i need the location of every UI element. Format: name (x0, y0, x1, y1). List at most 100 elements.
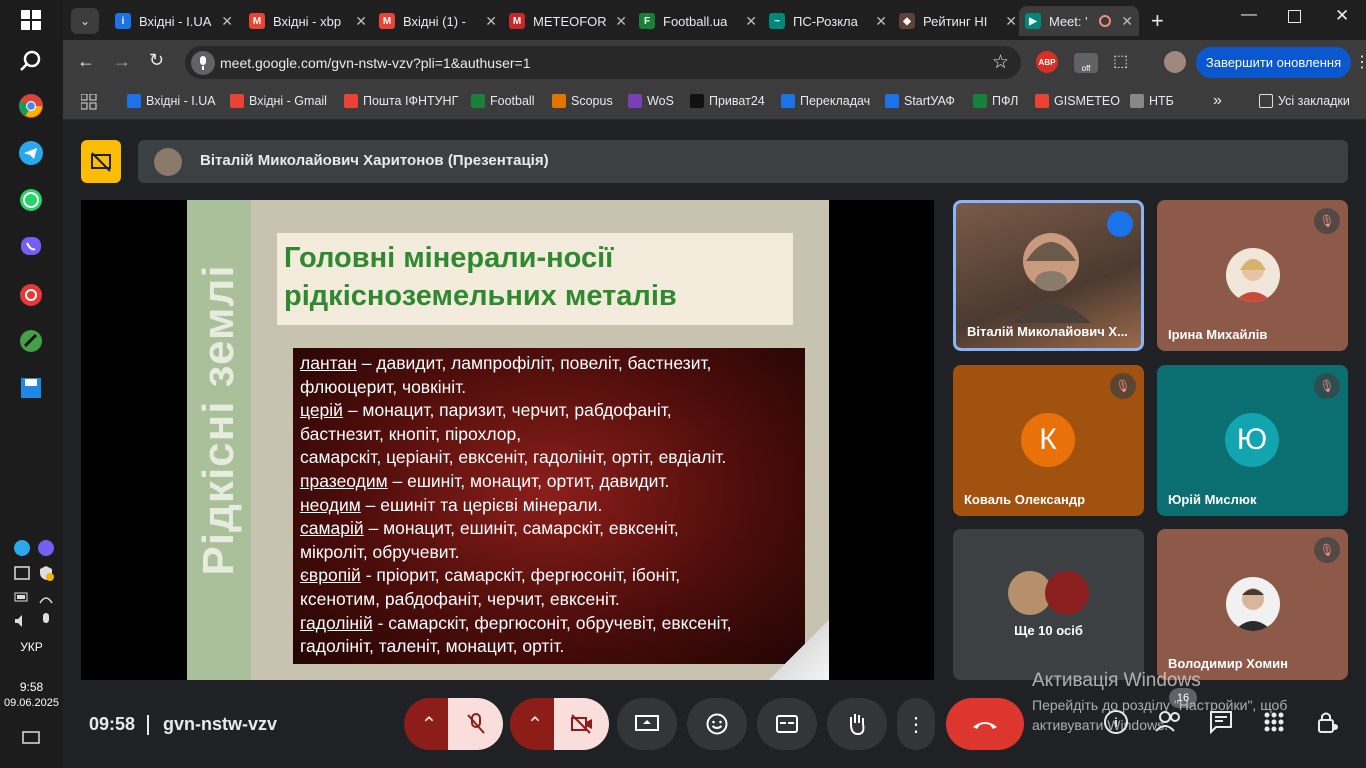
bookmark-item[interactable]: WoS (628, 94, 674, 108)
tab-football[interactable]: F Football.ua ✕ (633, 6, 763, 36)
menu-dots-icon[interactable]: ⋮ (1354, 52, 1366, 72)
bookmark-item[interactable]: StartУАФ (885, 94, 955, 108)
presentation-off-icon[interactable] (81, 140, 121, 183)
notifications-icon[interactable] (22, 730, 40, 748)
tab-gmail-2[interactable]: M Вхідні (1) - ✕ (373, 6, 503, 36)
clock-time[interactable]: 9:58 (0, 680, 63, 694)
battery-icon[interactable] (13, 588, 31, 606)
telegram-tray-icon[interactable] (13, 539, 31, 557)
address-bar[interactable]: meet.google.com/gvn-nstw-vzv?pli=1&authu… (185, 46, 1021, 79)
raise-hand-button[interactable] (827, 698, 887, 750)
bookmark-label: Вхідні - I.UA (146, 94, 216, 108)
football-icon: F (639, 13, 655, 29)
participant-tile[interactable]: Ю 🎙 Юрій Мислюк (1157, 365, 1348, 516)
bookmark-star-icon[interactable]: ☆ (992, 51, 1009, 74)
apps-grid-icon[interactable] (80, 93, 97, 110)
app-icon[interactable] (16, 326, 46, 356)
close-icon[interactable]: ✕ (221, 13, 233, 30)
extension-off-icon[interactable]: off (1074, 53, 1098, 73)
clock-date[interactable]: 09.06.2025 (0, 697, 63, 709)
bookmark-item[interactable]: Football (471, 94, 534, 108)
chrome-icon[interactable] (16, 91, 46, 121)
profile-avatar[interactable] (1164, 51, 1186, 73)
camera-toggle-button[interactable] (554, 698, 609, 750)
others-tile[interactable]: Ще 10 осіб (953, 529, 1144, 680)
close-icon[interactable]: ✕ (745, 13, 757, 30)
close-window-icon[interactable]: ✕ (1335, 6, 1349, 26)
search-icon[interactable] (16, 46, 46, 76)
emoji-icon (706, 713, 728, 735)
whatsapp-icon[interactable] (16, 185, 46, 215)
minimize-icon[interactable]: — (1241, 6, 1257, 24)
back-icon[interactable]: ← (77, 51, 95, 72)
present-screen-button[interactable] (617, 698, 677, 750)
participant-tile[interactable]: 🎙 Ірина Михайлів (1157, 200, 1348, 351)
close-icon[interactable]: ✕ (485, 13, 497, 30)
url-text[interactable]: meet.google.com/gvn-nstw-vzv?pli=1&authu… (220, 55, 531, 71)
viber-tray-icon[interactable] (37, 539, 55, 557)
participant-tile-presenter[interactable]: Віталій Миколайович Х... (953, 200, 1144, 351)
volume-icon[interactable] (13, 612, 31, 630)
bookmark-label: Scopus (571, 94, 613, 108)
microphone-toggle-button[interactable] (448, 698, 503, 750)
all-bookmarks[interactable]: Усі закладки (1259, 94, 1350, 108)
captions-button[interactable] (757, 698, 817, 750)
close-icon[interactable]: ✕ (355, 13, 367, 30)
adblock-icon[interactable]: ABP (1036, 51, 1058, 73)
microphone-tray-icon[interactable] (37, 612, 55, 630)
reload-icon[interactable]: ↻ (149, 50, 164, 71)
wifi-icon[interactable] (37, 588, 55, 606)
leave-call-button[interactable] (946, 698, 1024, 750)
site-info-icon[interactable] (191, 51, 215, 75)
audio-options-button[interactable]: ⌃ (404, 698, 454, 750)
reactions-button[interactable] (687, 698, 747, 750)
more-options-button[interactable]: ⋮ (897, 698, 935, 750)
mineral-list: - самарскіт, фергюсоніт, обручевіт, евкс… (372, 612, 732, 633)
chevron-more-icon[interactable]: » (1213, 92, 1222, 110)
bookmark-item[interactable]: Перекладач (781, 94, 870, 108)
language-indicator[interactable]: УКР (0, 640, 63, 654)
presentation-stage[interactable]: Рідкісні землі Головні мінерали-носії рі… (81, 200, 934, 680)
participant-name: Коваль Олександр (964, 492, 1086, 507)
tab-ps-rozklad[interactable]: ~ ПС-Розкла ✕ (763, 6, 893, 36)
telegram-icon[interactable] (16, 138, 46, 168)
browser-tabstrip: ⌄ i Вхідні - I.UA ✕ M Вхідні - xbp ✕ M В… (63, 0, 1366, 40)
extensions-icon[interactable]: ⬚ (1113, 51, 1128, 71)
save-icon[interactable] (16, 373, 46, 403)
bookmark-item[interactable]: Scopus (552, 94, 613, 108)
tab-i-ua[interactable]: i Вхідні - I.UA ✕ (109, 6, 239, 36)
gmail-icon: M (249, 13, 265, 29)
tab-meteofor[interactable]: M METEOFOR ✕ (503, 6, 633, 36)
tab-search-icon[interactable]: ⌄ (71, 8, 99, 34)
bookmark-item[interactable]: ПФЛ (973, 94, 1018, 108)
meeting-code: gvn-nstw-vzv (163, 714, 278, 734)
new-tab-icon[interactable]: + (1151, 8, 1164, 34)
hang-up-icon (973, 722, 997, 729)
participant-tile[interactable]: 🎙 Володимир Хомин (1157, 529, 1348, 680)
maximize-icon[interactable] (1288, 10, 1301, 23)
close-icon[interactable]: ✕ (615, 13, 627, 30)
update-button[interactable]: Завершити оновлення (1196, 47, 1351, 78)
slide-text-line: неодим – ешиніт та церієві мінерали. (300, 494, 800, 518)
bookmark-item[interactable]: Пошта ІФНТУНГ (344, 94, 458, 108)
close-icon[interactable]: ✕ (875, 13, 887, 30)
bookmark-item[interactable]: НТБ (1130, 94, 1174, 108)
radio-icon[interactable] (16, 280, 46, 310)
avatar: Ю (1225, 413, 1279, 467)
tab-gmail-1[interactable]: M Вхідні - xbp ✕ (243, 6, 373, 36)
viber-icon[interactable] (16, 232, 46, 262)
bookmark-item[interactable]: GISMETEO (1035, 94, 1120, 108)
tab-meet[interactable]: ▶ Meet: ' ✕ (1019, 6, 1139, 36)
forward-icon[interactable]: → (113, 51, 131, 72)
bookmark-item[interactable]: Вхідні - Gmail (230, 94, 327, 108)
bookmark-item[interactable]: Приват24 (690, 94, 765, 108)
tablet-tray-icon[interactable] (13, 564, 31, 582)
close-icon[interactable]: ✕ (1121, 13, 1133, 30)
defender-tray-icon[interactable] (37, 564, 55, 582)
video-options-button[interactable]: ⌃ (510, 698, 560, 750)
tab-rating[interactable]: ◆ Рейтинг НІ ✕ (893, 6, 1023, 36)
participant-tile[interactable]: К 🎙 Коваль Олександр (953, 365, 1144, 516)
bookmark-item[interactable]: Вхідні - I.UA (127, 94, 216, 108)
windows-start-icon[interactable] (16, 5, 46, 35)
close-icon[interactable]: ✕ (1005, 13, 1017, 30)
